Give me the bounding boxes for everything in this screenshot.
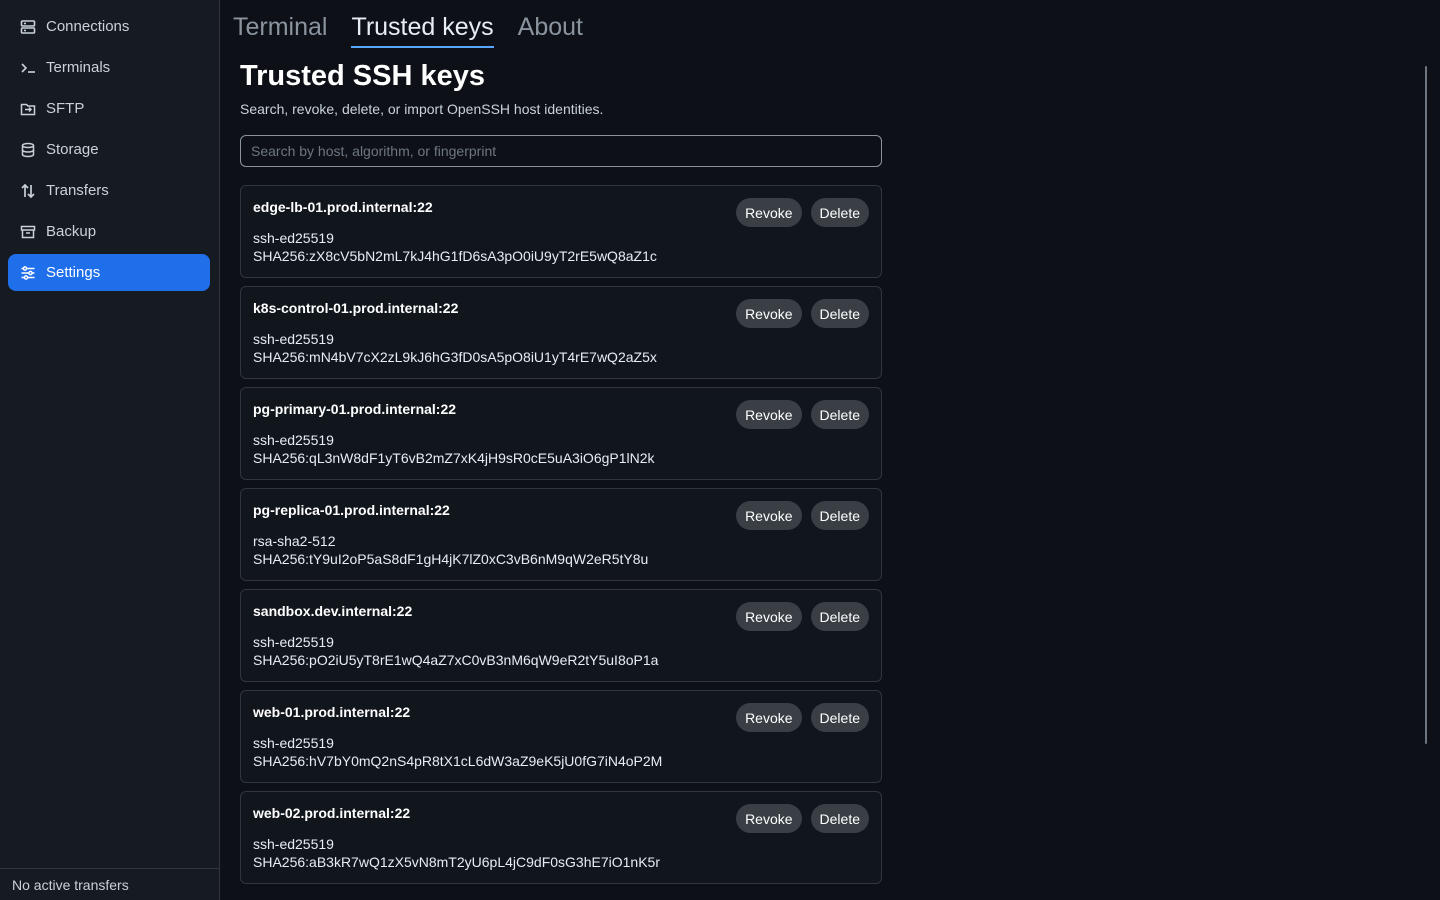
page-subtitle: Search, revoke, delete, or import OpenSS…: [240, 101, 604, 117]
key-fingerprint: SHA256:aB3kR7wQ1zX5vN8mT2yU6pL4jC9dF0sG3…: [253, 854, 660, 870]
trusted-keys-section: Trusted SSH keys Search, revoke, delete,…: [220, 59, 882, 884]
key-card: edge-lb-01.prod.internal:22 ssh-ed25519 …: [240, 185, 882, 278]
scrollbar[interactable]: [1425, 66, 1427, 744]
delete-button[interactable]: Delete: [810, 400, 869, 429]
database-icon: [20, 142, 36, 158]
key-card: web-02.prod.internal:22 ssh-ed25519 SHA2…: [240, 791, 882, 884]
key-card: web-01.prod.internal:22 ssh-ed25519 SHA2…: [240, 690, 882, 783]
key-fingerprint: SHA256:qL3nW8dF1yT6vB2mZ7xK4jH9sR0cE5uA3…: [253, 450, 655, 466]
revoke-button[interactable]: Revoke: [736, 703, 802, 732]
folder-transfer-icon: [20, 101, 36, 117]
sidebar-item-label: Backup: [46, 223, 97, 240]
delete-button[interactable]: Delete: [810, 198, 869, 227]
sidebar-nav: Connections Terminals SFTP Storage Trans…: [0, 0, 219, 291]
key-fingerprint: SHA256:pO2iU5yT8rE1wQ4aZ7xC0vB3nM6qW9eR2…: [253, 652, 659, 668]
sidebar-item-label: Transfers: [46, 182, 109, 199]
sidebar-item-backup[interactable]: Backup: [8, 213, 210, 250]
sidebar-item-connections[interactable]: Connections: [8, 8, 210, 45]
key-algorithm: ssh-ed25519: [253, 735, 334, 751]
sidebar-item-transfers[interactable]: Transfers: [8, 172, 210, 209]
key-card: pg-primary-01.prod.internal:22 ssh-ed255…: [240, 387, 882, 480]
key-algorithm: ssh-ed25519: [253, 230, 334, 246]
key-card: pg-replica-01.prod.internal:22 rsa-sha2-…: [240, 488, 882, 581]
revoke-button[interactable]: Revoke: [736, 501, 802, 530]
sidebar-item-storage[interactable]: Storage: [8, 131, 210, 168]
key-algorithm: ssh-ed25519: [253, 836, 334, 852]
sliders-icon: [20, 265, 36, 281]
delete-button[interactable]: Delete: [810, 501, 869, 530]
tab-bar: Terminal Trusted keys About: [220, 0, 1440, 48]
sidebar-item-settings[interactable]: Settings: [8, 254, 210, 291]
delete-button[interactable]: Delete: [810, 602, 869, 631]
sidebar-item-terminals[interactable]: Terminals: [8, 49, 210, 86]
key-fingerprint: SHA256:zX8cV5bN2mL7kJ4hG1fD6sA3pO0iU9yT2…: [253, 248, 657, 264]
delete-button[interactable]: Delete: [810, 299, 869, 328]
transfer-arrows-icon: [20, 183, 36, 199]
revoke-button[interactable]: Revoke: [736, 299, 802, 328]
key-actions: Revoke Delete: [727, 501, 869, 530]
tab-trusted-keys[interactable]: Trusted keys: [351, 12, 494, 48]
main-panel: Terminal Trusted keys About Trusted SSH …: [220, 0, 1440, 900]
search-input[interactable]: [240, 135, 882, 167]
key-algorithm: ssh-ed25519: [253, 634, 334, 650]
delete-button[interactable]: Delete: [810, 703, 869, 732]
key-algorithm: rsa-sha2-512: [253, 533, 336, 549]
sidebar: Connections Terminals SFTP Storage Trans…: [0, 0, 220, 900]
revoke-button[interactable]: Revoke: [736, 804, 802, 833]
sidebar-item-sftp[interactable]: SFTP: [8, 90, 210, 127]
key-actions: Revoke Delete: [727, 400, 869, 429]
revoke-button[interactable]: Revoke: [736, 400, 802, 429]
server-icon: [20, 19, 36, 35]
key-algorithm: ssh-ed25519: [253, 432, 334, 448]
key-list: edge-lb-01.prod.internal:22 ssh-ed25519 …: [240, 185, 882, 884]
sidebar-item-label: Terminals: [46, 59, 111, 76]
archive-icon: [20, 224, 36, 240]
key-fingerprint: SHA256:hV7bY0mQ2nS4pR8tX1cL6dW3aZ9eK5jU0…: [253, 753, 663, 769]
tab-about[interactable]: About: [518, 12, 583, 46]
key-fingerprint: SHA256:mN4bV7cX2zL9kJ6hG3fD0sA5pO8iU1yT4…: [253, 349, 657, 365]
sidebar-item-label: SFTP: [46, 100, 85, 117]
key-actions: Revoke Delete: [727, 299, 869, 328]
sidebar-item-label: Settings: [46, 264, 101, 281]
revoke-button[interactable]: Revoke: [736, 198, 802, 227]
transfer-status: No active transfers: [0, 868, 219, 900]
key-actions: Revoke Delete: [727, 198, 869, 227]
key-card: k8s-control-01.prod.internal:22 ssh-ed25…: [240, 286, 882, 379]
tab-terminal[interactable]: Terminal: [233, 12, 327, 46]
page-title: Trusted SSH keys: [240, 60, 485, 92]
delete-button[interactable]: Delete: [810, 804, 869, 833]
terminal-icon: [20, 60, 36, 76]
key-actions: Revoke Delete: [727, 602, 869, 631]
revoke-button[interactable]: Revoke: [736, 602, 802, 631]
key-algorithm: ssh-ed25519: [253, 331, 334, 347]
sidebar-item-label: Storage: [46, 141, 99, 158]
key-actions: Revoke Delete: [727, 804, 869, 833]
key-card: sandbox.dev.internal:22 ssh-ed25519 SHA2…: [240, 589, 882, 682]
key-fingerprint: SHA256:tY9uI2oP5aS8dF1gH4jK7lZ0xC3vB6nM9…: [253, 551, 649, 567]
sidebar-item-label: Connections: [46, 18, 130, 35]
key-actions: Revoke Delete: [727, 703, 869, 732]
